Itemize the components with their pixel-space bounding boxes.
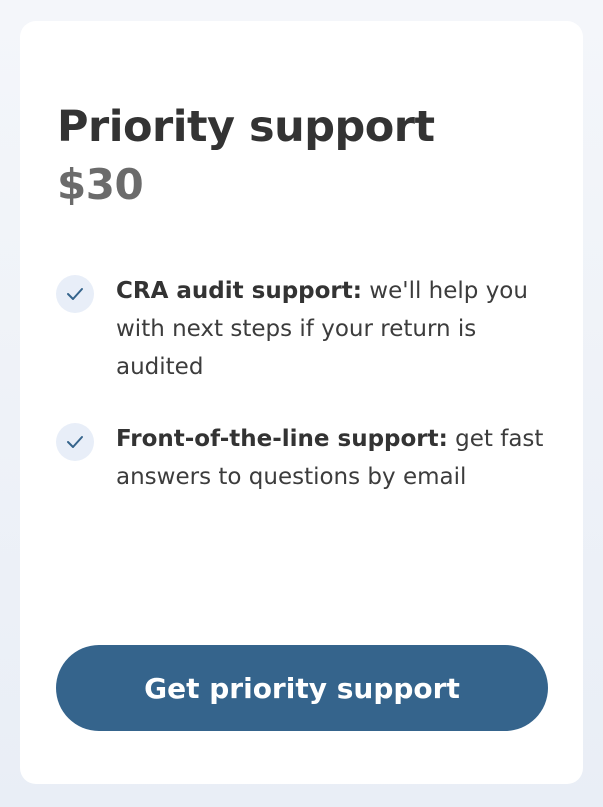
plan-title: Priority support bbox=[57, 102, 435, 152]
check-icon bbox=[56, 275, 94, 313]
feature-item-front-of-line-support: Front-of-the-line support: get fast answ… bbox=[56, 420, 556, 496]
feature-title: CRA audit support: bbox=[116, 278, 362, 304]
feature-item-audit-support: CRA audit support: we'll help you with n… bbox=[56, 272, 556, 386]
feature-title: Front-of-the-line support: bbox=[116, 426, 448, 452]
pricing-card: Priority support $30 CRA audit support: … bbox=[20, 21, 583, 784]
check-icon bbox=[56, 423, 94, 461]
get-priority-support-button[interactable]: Get priority support bbox=[56, 645, 548, 731]
feature-list: CRA audit support: we'll help you with n… bbox=[56, 272, 556, 530]
plan-price: $30 bbox=[57, 160, 144, 209]
